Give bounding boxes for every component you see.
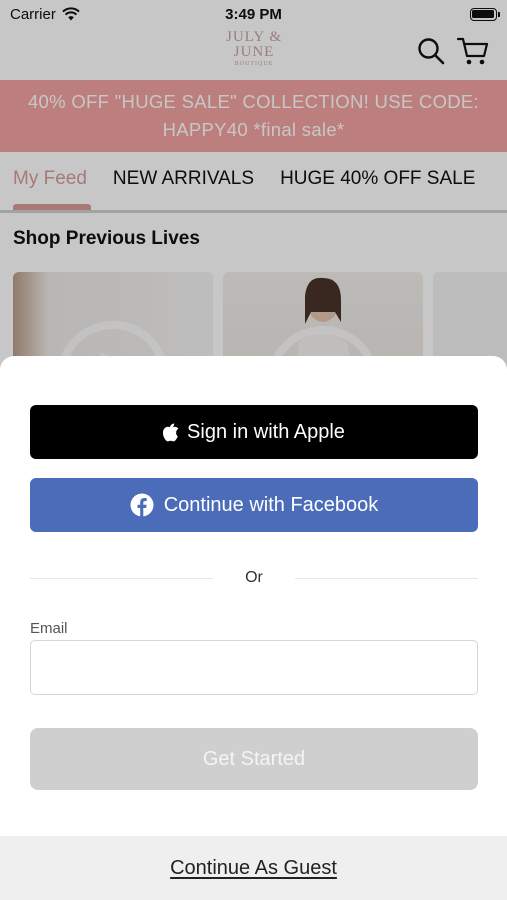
- continue-facebook-button[interactable]: Continue with Facebook: [30, 478, 478, 532]
- sign-in-sheet: Sign in with Apple Continue with Faceboo…: [0, 356, 507, 900]
- or-label: Or: [245, 569, 263, 586]
- sign-in-apple-button[interactable]: Sign in with Apple: [30, 405, 478, 459]
- apple-button-label: Sign in with Apple: [187, 420, 345, 443]
- facebook-button-label: Continue with Facebook: [163, 493, 379, 516]
- email-label: Email: [30, 620, 68, 637]
- guest-bar: Continue As Guest: [0, 836, 507, 900]
- apple-icon: [163, 423, 179, 441]
- email-field[interactable]: [30, 640, 478, 695]
- get-started-button[interactable]: Get Started: [30, 728, 478, 790]
- continue-as-guest-link[interactable]: Continue As Guest: [170, 857, 337, 880]
- or-divider: Or: [30, 566, 478, 590]
- facebook-icon: [130, 493, 154, 517]
- divider-line: [30, 577, 214, 579]
- divider-line: [294, 577, 478, 579]
